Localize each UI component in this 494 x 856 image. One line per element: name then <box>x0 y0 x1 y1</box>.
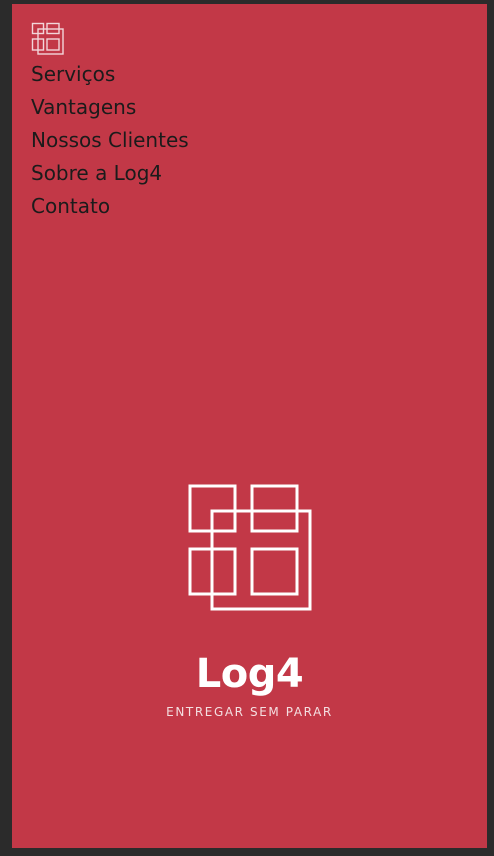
brand-name: Log4 <box>195 651 304 697</box>
log4-logo-icon[interactable] <box>31 22 65 56</box>
nav-item-sobre[interactable]: Sobre a Log4 <box>31 159 189 192</box>
hero: Log4 ENTREGAR SEM PARAR <box>12 482 487 720</box>
nav-item-vantagens[interactable]: Vantagens <box>31 93 189 126</box>
nav-item-contato[interactable]: Contato <box>31 192 189 225</box>
nav-item-servicos[interactable]: Serviços <box>31 60 189 93</box>
main-nav: Serviços Vantagens Nossos Clientes Sobre… <box>31 60 189 225</box>
nav-item-nossos-clientes[interactable]: Nossos Clientes <box>31 126 189 159</box>
tagline: ENTREGAR SEM PARAR <box>166 705 333 719</box>
log4-grid-icon <box>188 484 311 611</box>
menu-screen: Serviços Vantagens Nossos Clientes Sobre… <box>12 4 487 848</box>
